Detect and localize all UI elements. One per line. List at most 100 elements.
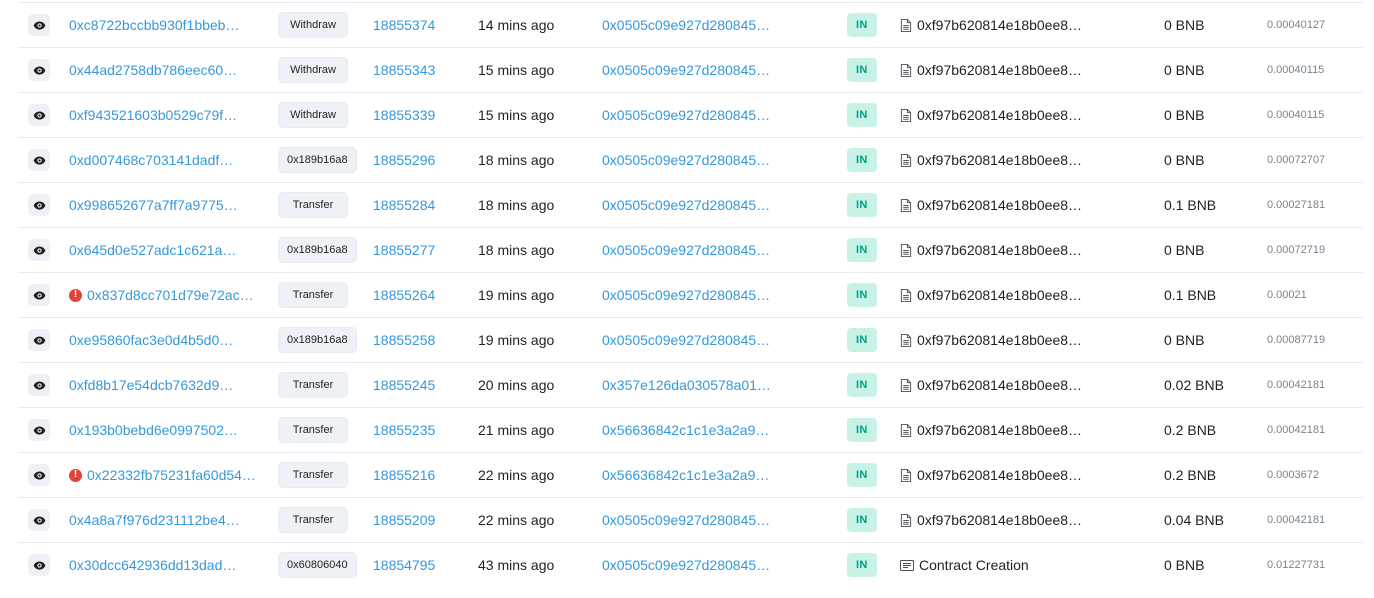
- to-address[interactable]: 0xf97b620814e18b0ee8…: [917, 152, 1082, 168]
- from-address-link[interactable]: 0x0505c09e927d280845…: [602, 242, 770, 258]
- to-label: Contract Creation: [919, 557, 1029, 573]
- to-address[interactable]: 0xf97b620814e18b0ee8…: [917, 242, 1082, 258]
- block-link[interactable]: 18855235: [373, 422, 435, 438]
- from-address-link[interactable]: 0x0505c09e927d280845…: [602, 332, 770, 348]
- direction-badge: IN: [847, 193, 877, 217]
- to-address[interactable]: 0xf97b620814e18b0ee8…: [917, 422, 1082, 438]
- block-link[interactable]: 18855245: [373, 377, 435, 393]
- block-link[interactable]: 18855343: [373, 62, 435, 78]
- direction-badge: IN: [847, 13, 877, 37]
- block-link[interactable]: 18855277: [373, 242, 435, 258]
- method-badge: 0x189b16a8: [278, 327, 357, 353]
- tx-hash-link[interactable]: 0x22332fb75231fa60d54…: [87, 467, 256, 483]
- eye-icon[interactable]: [28, 419, 50, 441]
- tx-hash-link[interactable]: 0x998652677a7ff7a9775…: [69, 197, 238, 213]
- from-address-link[interactable]: 0x0505c09e927d280845…: [602, 197, 770, 213]
- value-text: 0.2 BNB: [1164, 422, 1217, 438]
- table-row: 0x645d0e527adc1c621a… 0x189b16a8 1885527…: [18, 227, 1363, 272]
- eye-icon[interactable]: [28, 14, 50, 36]
- value-text: 0.2 BNB: [1164, 467, 1217, 483]
- table-row: 0x193b0bebd6e0997502… Transfer 18855235 …: [18, 407, 1363, 452]
- to-address[interactable]: 0xf97b620814e18b0ee8…: [917, 287, 1082, 303]
- eye-icon[interactable]: [28, 194, 50, 216]
- block-link[interactable]: 18855284: [373, 197, 435, 213]
- from-address-link[interactable]: 0x56636842c1c1e3a2a9…: [602, 422, 769, 438]
- from-address-link[interactable]: 0x0505c09e927d280845…: [602, 557, 770, 573]
- method-badge: Withdraw: [278, 57, 348, 83]
- direction-badge: IN: [847, 328, 877, 352]
- direction-badge: IN: [847, 58, 877, 82]
- from-address-link[interactable]: 0x357e126da030578a01…: [602, 377, 771, 393]
- value-text: 0 BNB: [1164, 557, 1205, 573]
- from-address-link[interactable]: 0x0505c09e927d280845…: [602, 17, 770, 33]
- tx-hash-link[interactable]: 0xc8722bccbb930f1bbeb…: [69, 17, 239, 33]
- to-address[interactable]: 0xf97b620814e18b0ee8…: [917, 512, 1082, 528]
- eye-icon[interactable]: [28, 509, 50, 531]
- tx-hash-link[interactable]: 0x193b0bebd6e0997502…: [69, 422, 238, 438]
- block-link[interactable]: 18855264: [373, 287, 435, 303]
- document-icon: [900, 243, 912, 257]
- table-row: 0x4a8a7f976d231112be4… Transfer 18855209…: [18, 497, 1363, 542]
- eye-icon[interactable]: [28, 464, 50, 486]
- from-address-link[interactable]: 0x0505c09e927d280845…: [602, 152, 770, 168]
- eye-icon[interactable]: [28, 374, 50, 396]
- to-address[interactable]: 0xf97b620814e18b0ee8…: [917, 332, 1082, 348]
- to-address[interactable]: 0xf97b620814e18b0ee8…: [917, 377, 1082, 393]
- table-row: 0xe95860fac3e0d4b5d0… 0x189b16a8 1885525…: [18, 317, 1363, 362]
- tx-hash-link[interactable]: 0xf943521603b0529c79f…: [69, 107, 237, 123]
- eye-icon[interactable]: [28, 284, 50, 306]
- table-row: 0xd007468c703141dadf… 0x189b16a8 1885529…: [18, 137, 1363, 182]
- age-text: 21 mins ago: [478, 422, 555, 438]
- from-address-link[interactable]: 0x56636842c1c1e3a2a9…: [602, 467, 769, 483]
- block-link[interactable]: 18855374: [373, 17, 435, 33]
- age-text: 19 mins ago: [478, 287, 555, 303]
- tx-hash-link[interactable]: 0x837d8cc701d79e72ac…: [87, 287, 254, 303]
- to-address[interactable]: 0xf97b620814e18b0ee8…: [917, 62, 1082, 78]
- block-link[interactable]: 18855339: [373, 107, 435, 123]
- from-address-link[interactable]: 0x0505c09e927d280845…: [602, 287, 770, 303]
- block-link[interactable]: 18854795: [373, 557, 435, 573]
- txn-fee-text: 0.00072707: [1267, 154, 1326, 166]
- to-address[interactable]: 0xf97b620814e18b0ee8…: [917, 107, 1082, 123]
- tx-hash-link[interactable]: 0x44ad2758db786eec60…: [69, 62, 237, 78]
- exclamation-circle-icon: !: [69, 288, 82, 302]
- tx-hash-link[interactable]: 0x30dcc642936dd13dad…: [69, 557, 236, 573]
- block-link[interactable]: 18855258: [373, 332, 435, 348]
- eye-icon[interactable]: [28, 239, 50, 261]
- tx-hash-link[interactable]: 0xe95860fac3e0d4b5d0…: [69, 332, 233, 348]
- tx-hash-link[interactable]: 0xfd8b17e54dcb7632d9…: [69, 377, 233, 393]
- eye-icon[interactable]: [28, 554, 50, 576]
- method-badge: Transfer: [278, 462, 348, 488]
- document-icon: [900, 288, 912, 302]
- to-address[interactable]: 0xf97b620814e18b0ee8…: [917, 467, 1082, 483]
- eye-icon[interactable]: [28, 149, 50, 171]
- block-link[interactable]: 18855296: [373, 152, 435, 168]
- eye-icon[interactable]: [28, 59, 50, 81]
- tx-hash-link[interactable]: 0xd007468c703141dadf…: [69, 152, 233, 168]
- value-text: 0.1 BNB: [1164, 197, 1217, 213]
- tx-hash-link[interactable]: 0x645d0e527adc1c621a…: [69, 242, 236, 258]
- txn-fee-text: 0.01227731: [1267, 559, 1326, 571]
- block-link[interactable]: 18855216: [373, 467, 435, 483]
- value-text: 0.1 BNB: [1164, 287, 1217, 303]
- value-text: 0 BNB: [1164, 107, 1205, 123]
- from-address-link[interactable]: 0x0505c09e927d280845…: [602, 512, 770, 528]
- direction-badge: IN: [847, 103, 877, 127]
- value-text: 0 BNB: [1164, 332, 1205, 348]
- from-address-link[interactable]: 0x0505c09e927d280845…: [602, 62, 770, 78]
- txn-fee-text: 0.00042181: [1267, 424, 1326, 436]
- eye-icon[interactable]: [28, 104, 50, 126]
- table-row: 0x30dcc642936dd13dad… 0x60806040 1885479…: [18, 542, 1363, 587]
- block-link[interactable]: 18855209: [373, 512, 435, 528]
- value-text: 0 BNB: [1164, 17, 1205, 33]
- document-icon: [900, 468, 912, 482]
- txn-fee-text: 0.00042181: [1267, 514, 1326, 526]
- txn-fee-text: 0.00040127: [1267, 19, 1326, 31]
- to-address[interactable]: 0xf97b620814e18b0ee8…: [917, 17, 1082, 33]
- eye-icon[interactable]: [28, 329, 50, 351]
- direction-badge: IN: [847, 508, 877, 532]
- to-address[interactable]: 0xf97b620814e18b0ee8…: [917, 197, 1082, 213]
- tx-hash-link[interactable]: 0x4a8a7f976d231112be4…: [69, 512, 240, 528]
- from-address-link[interactable]: 0x0505c09e927d280845…: [602, 107, 770, 123]
- age-text: 22 mins ago: [478, 512, 555, 528]
